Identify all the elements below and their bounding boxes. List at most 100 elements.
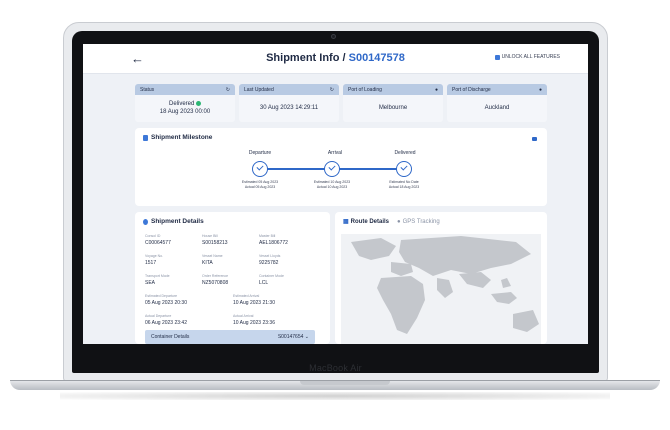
card-heading: Port of Loading: [348, 87, 382, 93]
route-panel: ▦ Route Details ● GPS Tracking: [335, 212, 547, 344]
detail-field: Actual Arrival 10 Aug 2023 23:36: [233, 314, 313, 326]
check-circle-icon: [252, 161, 268, 177]
container-value: S00147654: [277, 334, 304, 340]
info-icon: [143, 218, 148, 225]
milestone-label-departure: Departure: [248, 150, 272, 156]
detail-field: Consol ID C00064577: [145, 234, 207, 246]
field-label: Actual Arrival: [233, 314, 254, 318]
container-details-dropdown[interactable]: Container Details S00147654 ⌄: [145, 330, 315, 344]
field-label: Estimated Arrival: [233, 294, 260, 298]
document-icon: [143, 134, 148, 141]
milestone-label-arrival: Arrival: [327, 150, 343, 156]
detail-field: Order Reference NZ5070808: [202, 274, 264, 286]
device-label: MacBook Air: [309, 363, 362, 373]
field-value: LCL: [259, 280, 269, 286]
field-value: 10 Aug 2023 23:36: [233, 320, 275, 326]
calendar-icon[interactable]: [532, 137, 537, 141]
field-value: 10 Aug 2023 21:30: [233, 300, 275, 306]
tab-label: GPS Tracking: [402, 218, 440, 225]
pin-icon: ●: [434, 87, 438, 93]
pin-icon: ●: [538, 87, 542, 93]
camera-icon: [331, 34, 336, 39]
milestone-label-delivered: Delivered: [394, 150, 416, 156]
field-value: 1517: [145, 260, 157, 266]
milestone-title: Shipment Milestone: [151, 134, 213, 141]
card-heading: Last Updated: [244, 87, 274, 93]
chevron-down-icon: ⌄: [304, 334, 309, 340]
detail-field: Container Mode LCL: [259, 274, 321, 286]
detail-field: Master Bill AEL1806772: [259, 234, 321, 246]
tab-route-details[interactable]: ▦ Route Details: [343, 218, 390, 226]
laptop-base: [10, 380, 660, 390]
discharge-port-value: Auckland: [484, 105, 510, 111]
field-label: Order Reference: [202, 274, 229, 278]
detail-field: Estimated Arrival 10 Aug 2023 21:30: [233, 294, 313, 306]
container-label: Container Details: [151, 334, 190, 340]
port-of-loading-card: Port of Loading ● Melbourne: [343, 84, 443, 122]
actual-date: Actual 05 Aug 2023: [244, 185, 276, 189]
check-icon: [196, 100, 202, 106]
refresh-icon[interactable]: ↻: [330, 87, 334, 93]
app-screen: ← Shipment Info / S00147578 UNLOCK ALL F…: [83, 44, 588, 344]
status-value: Delivered: [168, 101, 195, 107]
field-value: 05 Aug 2023 20:30: [145, 300, 187, 306]
refresh-icon[interactable]: ↻: [226, 87, 230, 93]
card-heading: Port of Discharge: [452, 87, 491, 93]
actual-date: Actual 10 Aug 2023: [316, 185, 348, 189]
field-value: C00064577: [145, 240, 171, 246]
top-bar: ← Shipment Info / S00147578 UNLOCK ALL F…: [83, 44, 588, 74]
milestone-dates-arrival: Estimated 10 Aug 2023 Actual 10 Aug 2023: [302, 180, 362, 190]
field-value: 9225782: [259, 260, 279, 266]
field-label: Consol ID: [145, 234, 161, 238]
field-value: 06 Aug 2023 23:42: [145, 320, 187, 326]
field-label: House Bill: [202, 234, 218, 238]
detail-field: Vessel Name KITA: [202, 254, 264, 266]
detail-field: Actual Departure 06 Aug 2023 23:42: [145, 314, 225, 326]
detail-field: Voyage No. 1517: [145, 254, 207, 266]
detail-field: Estimated Departure 05 Aug 2023 20:30: [145, 294, 225, 306]
tab-gps-tracking[interactable]: ● GPS Tracking: [397, 218, 440, 225]
loading-port-value: Melbourne: [378, 105, 408, 111]
detail-field: House Bill S00158213: [202, 234, 264, 246]
shipment-details-panel: Shipment Details Consol ID C00064577 Hous…: [135, 212, 330, 344]
field-value: S00158213: [202, 240, 228, 246]
unlock-features-button[interactable]: UNLOCK ALL FEATURES: [494, 54, 560, 60]
laptop-shadow: [60, 392, 610, 400]
shipment-id: S00147578: [348, 52, 405, 64]
port-of-discharge-card: Port of Discharge ● Auckland: [447, 84, 547, 122]
status-date: 18 Aug 2023 00:00: [159, 109, 211, 115]
field-label: Vessel Lloyds: [259, 254, 281, 258]
check-circle-icon: [396, 161, 412, 177]
detail-field: Transport Mode SEA: [145, 274, 207, 286]
field-value: KITA: [202, 260, 213, 266]
detail-field: Vessel Lloyds 9225782: [259, 254, 321, 266]
field-label: Container Mode: [259, 274, 284, 278]
actual-date: Actual 18 Aug 2023: [388, 185, 420, 189]
milestone-track: [252, 161, 412, 177]
field-label: Transport Mode: [145, 274, 170, 278]
field-label: Estimated Departure: [145, 294, 178, 298]
laptop-notch: [300, 381, 390, 385]
lock-icon: [494, 54, 500, 60]
milestone-panel: Shipment Milestone Departure Arrival Del…: [135, 128, 547, 206]
laptop-mockup: MacBook Air ← Shipment Info / S00147578 …: [0, 0, 670, 430]
status-cards: Status ↻ Delivered 18 Aug 2023 00:00 Last…: [135, 84, 547, 122]
route-tabs: ▦ Route Details ● GPS Tracking: [335, 212, 547, 231]
field-label: Master Bill: [259, 234, 276, 238]
details-title: Shipment Details: [151, 218, 204, 225]
last-updated-value: 30 Aug 2023 14:29:11: [259, 105, 319, 111]
unlock-label: UNLOCK ALL FEATURES: [501, 54, 560, 60]
globe-icon: ●: [397, 218, 401, 225]
milestone-dates-delivered: Estimated No Date Actual 18 Aug 2023: [374, 180, 434, 190]
tab-label: Route Details: [350, 218, 390, 225]
world-map[interactable]: [341, 234, 541, 344]
field-label: Voyage No.: [145, 254, 164, 258]
field-value: NZ5070808: [202, 280, 229, 286]
status-card: Status ↻ Delivered 18 Aug 2023 00:00: [135, 84, 235, 122]
card-heading: Status: [140, 87, 155, 93]
field-label: Vessel Name: [202, 254, 223, 258]
milestone-dates-departure: Estimated 05 Aug 2023 Actual 05 Aug 2023: [230, 180, 290, 190]
field-label: Actual Departure: [145, 314, 172, 318]
map-icon: ▦: [343, 219, 349, 225]
field-value: SEA: [145, 280, 156, 286]
